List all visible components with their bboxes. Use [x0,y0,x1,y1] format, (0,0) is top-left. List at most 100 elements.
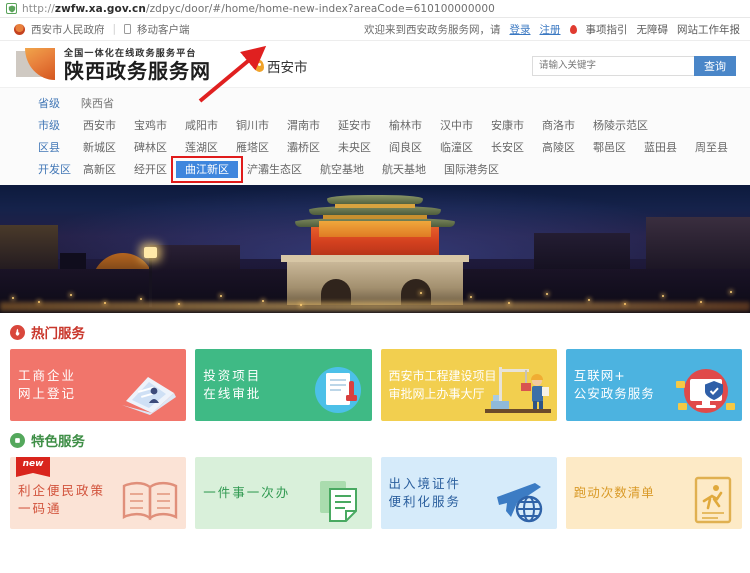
region-item-district-2[interactable]: 莲湖区 [176,139,227,156]
region-item-city-2[interactable]: 咸阳市 [176,117,227,134]
region-item-district-10[interactable]: 鄠邑区 [584,139,635,156]
region-item-devzone-0[interactable]: 高新区 [74,161,125,178]
region-item-city-3[interactable]: 铜川市 [227,117,278,134]
search-bar[interactable]: 查询 [532,55,736,76]
service-card-policy-qr[interactable]: new 利企便民政策 一码通 [10,457,187,529]
running-person-icon [694,476,732,524]
browser-url-bar[interactable]: http://zwfw.xa.gov.cn/zdpyc/door/#/home/… [0,0,750,18]
open-book-icon [123,481,178,521]
card-label: 互联网+ 公安政务服务 [573,368,655,401]
region-row-devzone: 开发区 高新区 经开区 曲江新区 浐灞生态区 航空基地 航天基地 国际港务区 [0,155,750,183]
featured-services-cards: new 利企便民政策 一码通 一件事一次办 出入境证件 便利化服务 跑动次数清单 [10,457,742,529]
card-label: 利企便民政策 一码通 [18,483,106,516]
hot-services-header: 热门服务 [10,322,742,342]
site-logo[interactable]: 全国一体化在线政务服务平台 陕西政务服务网 [16,47,211,84]
region-item-city-4[interactable]: 渭南市 [278,117,329,134]
annual-report-link[interactable]: 网站工作年报 [677,22,740,37]
region-item-devzone-2-selected[interactable]: 曲江新区 [171,155,243,183]
region-item-district-11[interactable]: 蓝田县 [635,139,686,156]
region-label-province: 省级 [38,97,60,110]
card-label: 工商企业 网上登记 [18,368,77,401]
item-guide-link[interactable]: 事项指引 [586,22,628,37]
hot-services-cards: 工商企业 网上登记 投资项目 在线审批 西安市工程建设项目 审批网上办事大厅 互… [10,349,742,421]
logo-title: 陕西政务服务网 [64,59,211,83]
card-label: 跑动次数清单 [573,485,655,500]
region-item-devzone-4[interactable]: 航空基地 [311,161,373,178]
login-link[interactable]: 登录 [510,22,531,37]
region-row-district: 区县 新城区 碑林区 莲湖区 雁塔区 灞桥区 未央区 阎良区 临潼区 长安区 高… [0,136,750,158]
region-item-city-6[interactable]: 榆林市 [380,117,431,134]
badge-icon [10,432,25,448]
featured-services-section: 特色服务 new 利企便民政策 一码通 一件事一次办 出入境证件 便利化服务 跑… [0,421,750,529]
accessibility-link[interactable]: 无障碍 [637,22,669,37]
topbar-separator: | [112,23,117,35]
platform-logo-icon [16,47,56,84]
region-label-city: 市级 [38,119,60,132]
location-pin-icon [569,24,577,34]
region-item-district-8[interactable]: 长安区 [482,139,533,156]
document-stamp-icon [314,367,361,413]
region-item-devzone-3[interactable]: 浐灞生态区 [238,161,311,178]
site-header: 全国一体化在线政务服务平台 陕西政务服务网 西安市 查询 [0,41,750,87]
register-link[interactable]: 注册 [540,22,561,37]
url-text: http://zwfw.xa.gov.cn/zdpyc/door/#/home/… [22,3,495,15]
region-item-district-4[interactable]: 灞桥区 [278,139,329,156]
search-button[interactable]: 查询 [694,55,736,76]
region-item-city-7[interactable]: 汉中市 [431,117,482,134]
url-path: /zdpyc/door/#/home/home-new-index?areaCo… [145,2,495,15]
region-item-city-5[interactable]: 延安市 [329,117,380,134]
region-item-city-9[interactable]: 商洛市 [533,117,584,134]
region-item-city-0[interactable]: 西安市 [74,117,125,134]
map-pin-icon [255,59,264,72]
mobile-client-link[interactable]: 移动客户端 [137,22,190,37]
url-prefix: http:// [22,2,55,15]
region-item-devzone-1[interactable]: 经开区 [125,161,176,178]
region-items-district: 新城区 碑林区 莲湖区 雁塔区 灞桥区 未央区 阎良区 临潼区 长安区 高陵区 … [74,139,737,156]
region-item-city-1[interactable]: 宝鸡市 [125,117,176,134]
region-item-district-12[interactable]: 周至县 [686,139,737,156]
featured-services-header: 特色服务 [10,430,742,450]
region-item-district-9[interactable]: 高陵区 [533,139,584,156]
selected-city-label: 西安市 [267,59,308,76]
search-input[interactable] [532,55,694,76]
service-card-one-thing-one-time[interactable]: 一件事一次办 [195,457,372,529]
monitor-shield-icon [676,369,735,413]
service-card-exit-entry-documents[interactable]: 出入境证件 便利化服务 [380,457,557,529]
service-card-trip-count-list[interactable]: 跑动次数清单 [565,457,742,529]
laptop-person-icon [122,377,177,415]
card-label: 西安市工程建设项目 审批网上办事大厅 [388,369,497,401]
region-items-province: 陕西省 [74,95,123,112]
region-selector-panel: 省级 陕西省 市级 西安市 宝鸡市 咸阳市 铜川市 渭南市 延安市 榆林市 汉中… [0,45,750,185]
welcome-text: 欢迎来到西安政务服务网，请 [364,23,501,36]
flame-icon [10,324,25,340]
service-card-investment-approval[interactable]: 投资项目 在线审批 [195,349,372,421]
region-row-city: 市级 西安市 宝鸡市 咸阳市 铜川市 渭南市 延安市 榆林市 汉中市 安康市 商… [0,114,750,136]
mobile-phone-icon [124,24,132,34]
government-emblem-icon [14,23,25,35]
region-item-city-10[interactable]: 杨陵示范区 [584,117,657,134]
gov-website-link[interactable]: 西安市人民政府 [31,22,105,37]
featured-services-title: 特色服务 [31,434,85,450]
secure-shield-icon [6,3,17,14]
region-item-district-3[interactable]: 雁塔区 [227,139,278,156]
service-card-police-services[interactable]: 互联网+ 公安政务服务 [565,349,742,421]
top-utility-bar: 西安市人民政府 | 移动客户端 欢迎来到西安政务服务网，请 登录 注册 事项指引… [0,18,750,41]
card-label: 投资项目 在线审批 [203,368,262,401]
city-selector[interactable]: 西安市 [255,56,308,76]
region-item-district-5[interactable]: 未央区 [329,139,380,156]
service-card-business-registration[interactable]: 工商企业 网上登记 [10,349,187,421]
region-item-district-7[interactable]: 临潼区 [431,139,482,156]
region-item-devzone-6[interactable]: 国际港务区 [435,161,508,178]
region-items-devzone: 高新区 经开区 曲江新区 浐灞生态区 航空基地 航天基地 国际港务区 [74,155,508,183]
service-card-construction-approval[interactable]: 西安市工程建设项目 审批网上办事大厅 [380,349,557,421]
region-item-devzone-5[interactable]: 航天基地 [373,161,435,178]
region-item-province-0[interactable]: 陕西省 [74,95,123,112]
hot-services-title: 热门服务 [31,326,85,342]
region-label-devzone: 开发区 [38,163,71,176]
region-item-district-1[interactable]: 碑林区 [125,139,176,156]
region-item-city-8[interactable]: 安康市 [482,117,533,134]
region-item-district-6[interactable]: 阎良区 [380,139,431,156]
card-label: 出入境证件 便利化服务 [388,476,462,509]
region-label-district: 区县 [38,141,60,154]
region-item-district-0[interactable]: 新城区 [74,139,125,156]
